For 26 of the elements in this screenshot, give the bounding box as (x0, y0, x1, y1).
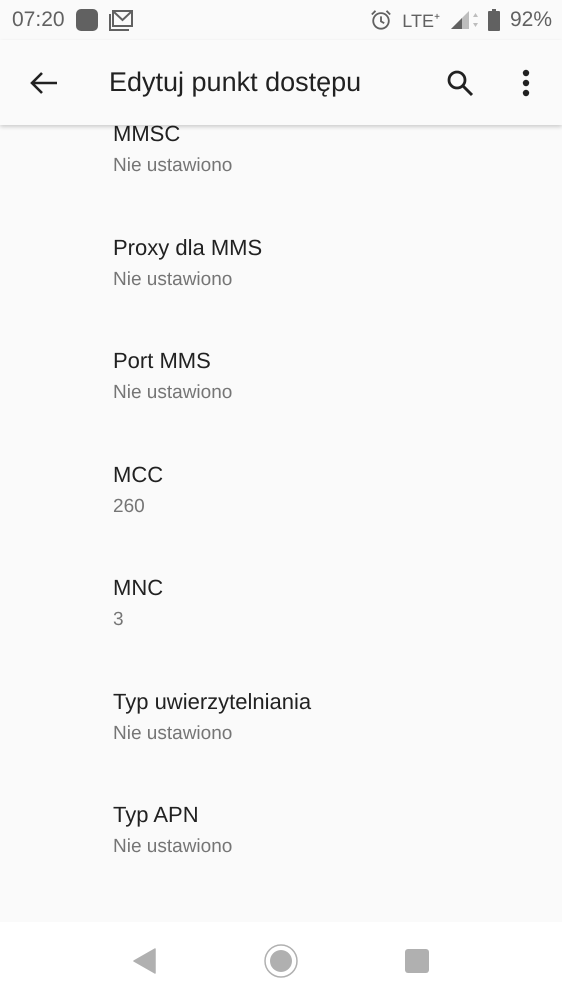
app-notification-icon (74, 8, 99, 32)
setting-value: 260 (113, 494, 145, 518)
battery-icon (488, 9, 500, 31)
setting-title[interactable]: Typ APN (113, 802, 199, 828)
setting-title[interactable]: MNC (113, 575, 164, 601)
setting-value: Nie ustawiono (113, 381, 232, 405)
back-arrow-icon[interactable] (30, 70, 58, 94)
network-type: LTE⁺ (402, 10, 440, 32)
screen-title: Edytuj punkt dostępu (109, 67, 362, 98)
setting-title[interactable]: Typ uwierzytelniania (113, 688, 312, 714)
setting-title[interactable]: MCC (113, 462, 164, 488)
setting-title[interactable]: Proxy dla MMS (113, 234, 262, 260)
setting-value: Nie ustawiono (113, 722, 232, 746)
setting-value: 3 (113, 608, 124, 632)
setting-value: Nie ustawiono (113, 835, 232, 859)
more-options-icon[interactable] (522, 68, 530, 96)
signal-icon (450, 9, 478, 31)
alarm-icon (370, 9, 392, 31)
mail-icon (108, 9, 133, 31)
setting-value: Nie ustawiono (113, 154, 232, 178)
setting-value: Nie ustawiono (113, 268, 232, 292)
search-icon[interactable] (446, 68, 474, 96)
setting-title[interactable]: MMSC (113, 125, 180, 147)
battery-level: 92% (510, 8, 552, 32)
setting-title[interactable]: Port MMS (113, 348, 211, 374)
status-time: 07:20 (12, 8, 65, 32)
